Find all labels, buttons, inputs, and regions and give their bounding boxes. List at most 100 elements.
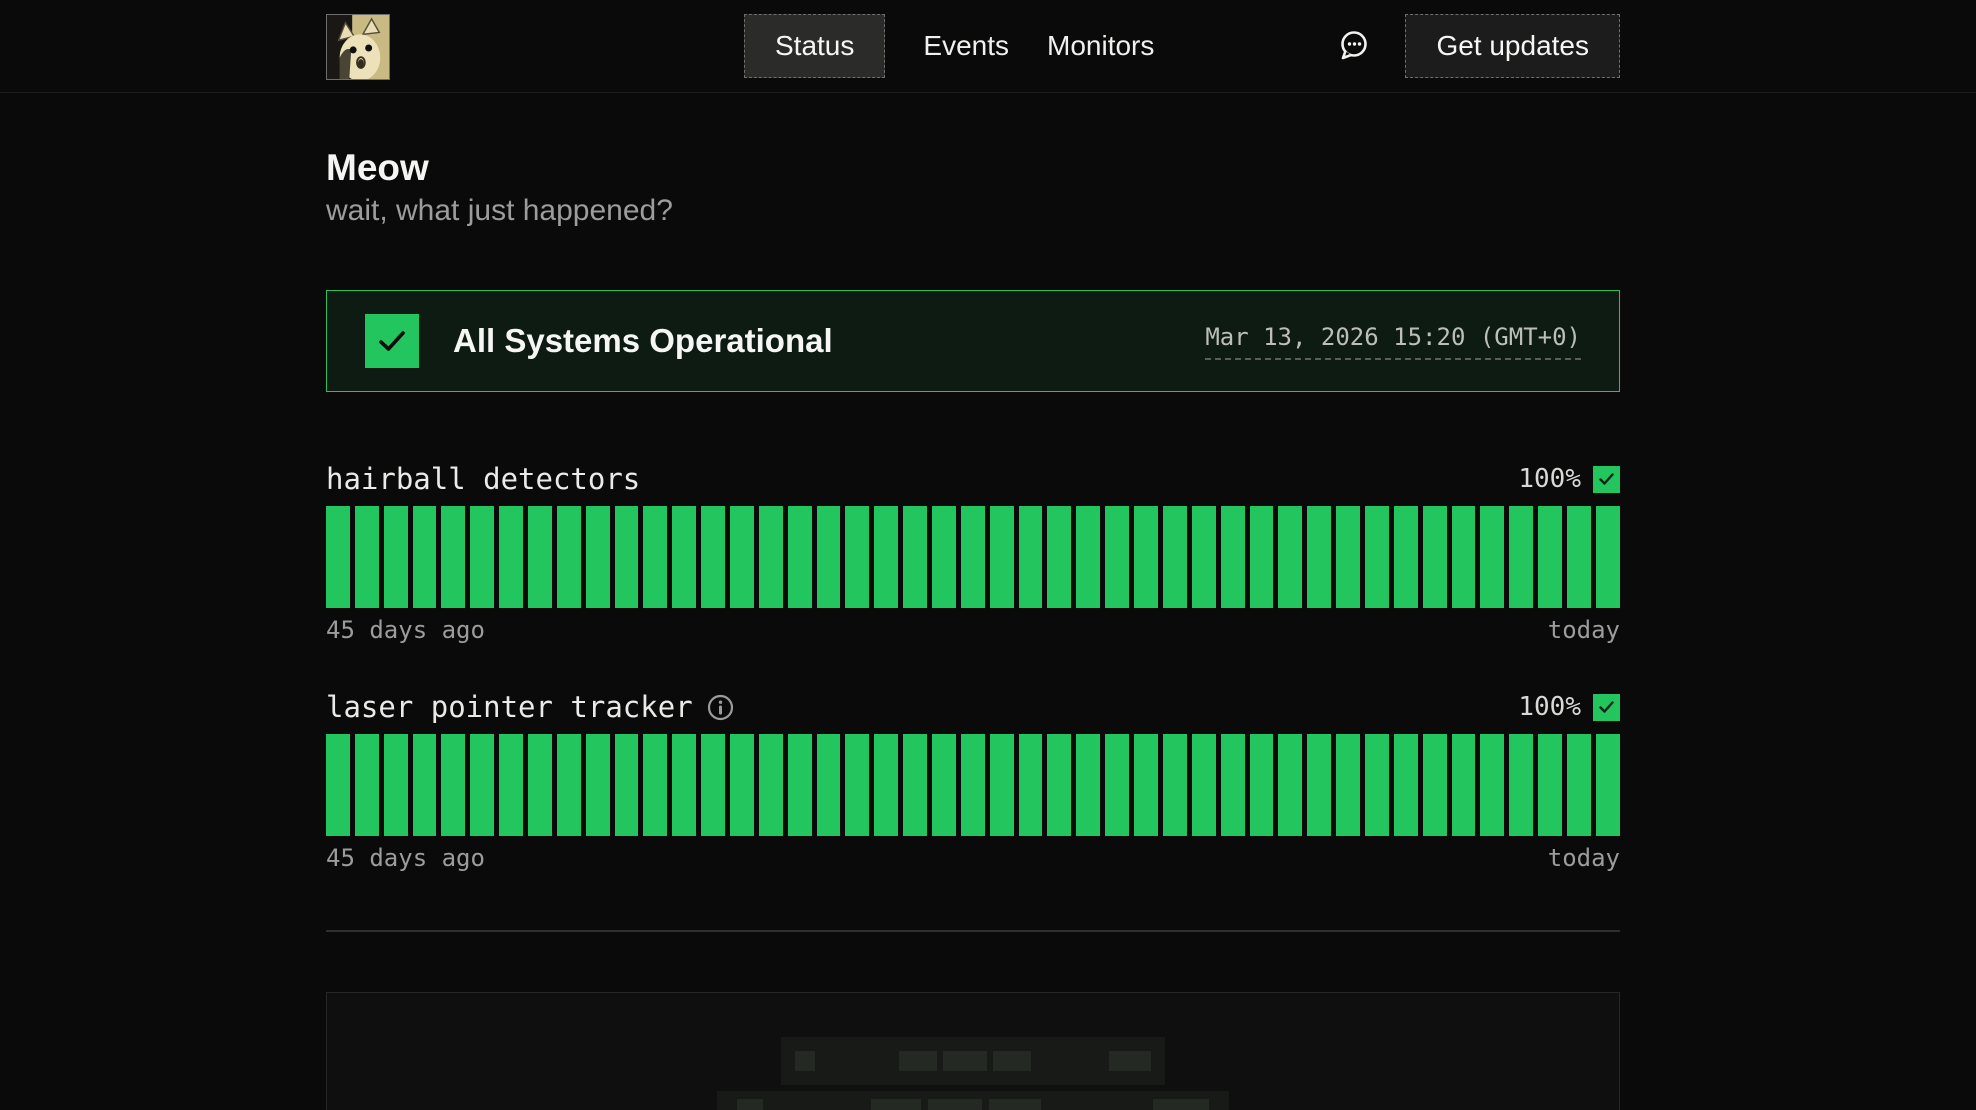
tab-monitors[interactable]: Monitors (1047, 30, 1154, 62)
info-icon[interactable] (707, 694, 734, 721)
uptime-day-bar[interactable] (1221, 734, 1245, 836)
uptime-day-bar[interactable] (903, 506, 927, 608)
uptime-day-bar[interactable] (1509, 734, 1533, 836)
uptime-day-bar[interactable] (1250, 506, 1274, 608)
uptime-day-bar[interactable] (1221, 506, 1245, 608)
uptime-day-bar[interactable] (1394, 506, 1418, 608)
uptime-day-bar[interactable] (788, 506, 812, 608)
uptime-day-bar[interactable] (730, 506, 754, 608)
uptime-day-bar[interactable] (557, 506, 581, 608)
uptime-day-bar[interactable] (326, 734, 350, 836)
uptime-day-bar[interactable] (413, 506, 437, 608)
uptime-day-bar[interactable] (1538, 734, 1562, 836)
uptime-day-bar[interactable] (1278, 506, 1302, 608)
uptime-day-bar[interactable] (759, 734, 783, 836)
uptime-day-bar[interactable] (932, 506, 956, 608)
uptime-day-bar[interactable] (643, 734, 667, 836)
uptime-day-bar[interactable] (499, 734, 523, 836)
uptime-day-bar[interactable] (615, 506, 639, 608)
uptime-day-bar[interactable] (788, 734, 812, 836)
uptime-day-bar[interactable] (355, 734, 379, 836)
uptime-day-bar[interactable] (1365, 734, 1389, 836)
uptime-day-bar[interactable] (1394, 734, 1418, 836)
uptime-day-bar[interactable] (1480, 506, 1504, 608)
uptime-day-bar[interactable] (384, 734, 408, 836)
uptime-day-bar[interactable] (1047, 506, 1071, 608)
uptime-day-bar[interactable] (1134, 506, 1158, 608)
uptime-day-bar[interactable] (932, 734, 956, 836)
uptime-day-bar[interactable] (730, 734, 754, 836)
uptime-day-bar[interactable] (1163, 734, 1187, 836)
uptime-day-bar[interactable] (528, 506, 552, 608)
uptime-day-bar[interactable] (643, 506, 667, 608)
uptime-day-bar[interactable] (1596, 734, 1620, 836)
uptime-day-bar[interactable] (1567, 734, 1591, 836)
uptime-day-bar[interactable] (817, 734, 841, 836)
uptime-day-bar[interactable] (1019, 506, 1043, 608)
uptime-day-bar[interactable] (1307, 506, 1331, 608)
uptime-day-bar[interactable] (1134, 734, 1158, 836)
uptime-day-bar[interactable] (586, 734, 610, 836)
uptime-day-bar[interactable] (1076, 734, 1100, 836)
uptime-day-bar[interactable] (1480, 734, 1504, 836)
uptime-day-bar[interactable] (470, 734, 494, 836)
uptime-day-bar[interactable] (1047, 734, 1071, 836)
uptime-day-bar[interactable] (845, 734, 869, 836)
uptime-day-bar[interactable] (1423, 734, 1447, 836)
uptime-day-bar[interactable] (1192, 734, 1216, 836)
uptime-day-bar[interactable] (557, 734, 581, 836)
uptime-day-bar[interactable] (701, 734, 725, 836)
uptime-day-bar[interactable] (1105, 506, 1129, 608)
uptime-day-bar[interactable] (413, 734, 437, 836)
uptime-day-bar[interactable] (1250, 734, 1274, 836)
uptime-day-bar[interactable] (672, 506, 696, 608)
uptime-day-bar[interactable] (1596, 506, 1620, 608)
uptime-day-bar[interactable] (961, 506, 985, 608)
uptime-day-bar[interactable] (355, 506, 379, 608)
uptime-day-bar[interactable] (384, 506, 408, 608)
uptime-day-bar[interactable] (759, 506, 783, 608)
site-logo-cat[interactable] (326, 14, 390, 80)
uptime-day-bar[interactable] (441, 506, 465, 608)
uptime-day-bar[interactable] (672, 734, 696, 836)
get-updates-button[interactable]: Get updates (1405, 14, 1620, 78)
uptime-day-bar[interactable] (1192, 506, 1216, 608)
uptime-day-bar[interactable] (1076, 506, 1100, 608)
uptime-day-bar[interactable] (1509, 506, 1533, 608)
tab-events[interactable]: Events (923, 30, 1009, 62)
uptime-day-bar[interactable] (441, 734, 465, 836)
uptime-day-bar[interactable] (1336, 506, 1360, 608)
uptime-day-bar[interactable] (1423, 506, 1447, 608)
chat-bubble-icon[interactable] (1335, 28, 1371, 64)
uptime-day-bar[interactable] (586, 506, 610, 608)
uptime-day-bar[interactable] (1278, 734, 1302, 836)
uptime-day-bar[interactable] (1019, 734, 1043, 836)
preview-tab-block (989, 1099, 1041, 1110)
uptime-day-bar[interactable] (1452, 734, 1476, 836)
axis-start-label: 45 days ago (326, 616, 485, 644)
uptime-day-bar[interactable] (1365, 506, 1389, 608)
uptime-day-bar[interactable] (326, 506, 350, 608)
uptime-day-bar[interactable] (874, 506, 898, 608)
uptime-day-bar[interactable] (1538, 506, 1562, 608)
uptime-day-bar[interactable] (1567, 506, 1591, 608)
uptime-day-bar[interactable] (961, 734, 985, 836)
uptime-day-bar[interactable] (990, 506, 1014, 608)
uptime-day-bar[interactable] (1452, 506, 1476, 608)
uptime-day-bar[interactable] (874, 734, 898, 836)
uptime-day-bar[interactable] (499, 506, 523, 608)
uptime-day-bar[interactable] (903, 734, 927, 836)
tab-status[interactable]: Status (744, 14, 885, 78)
uptime-day-bar[interactable] (1307, 734, 1331, 836)
uptime-day-bar[interactable] (990, 734, 1014, 836)
uptime-day-bar[interactable] (701, 506, 725, 608)
uptime-day-bar[interactable] (528, 734, 552, 836)
uptime-day-bar[interactable] (845, 506, 869, 608)
uptime-day-bar[interactable] (470, 506, 494, 608)
uptime-day-bar[interactable] (1163, 506, 1187, 608)
uptime-day-bar[interactable] (1105, 734, 1129, 836)
status-timestamp[interactable]: Mar 13, 2026 15:20 (GMT+0) (1205, 323, 1581, 360)
uptime-day-bar[interactable] (615, 734, 639, 836)
uptime-day-bar[interactable] (1336, 734, 1360, 836)
uptime-day-bar[interactable] (817, 506, 841, 608)
